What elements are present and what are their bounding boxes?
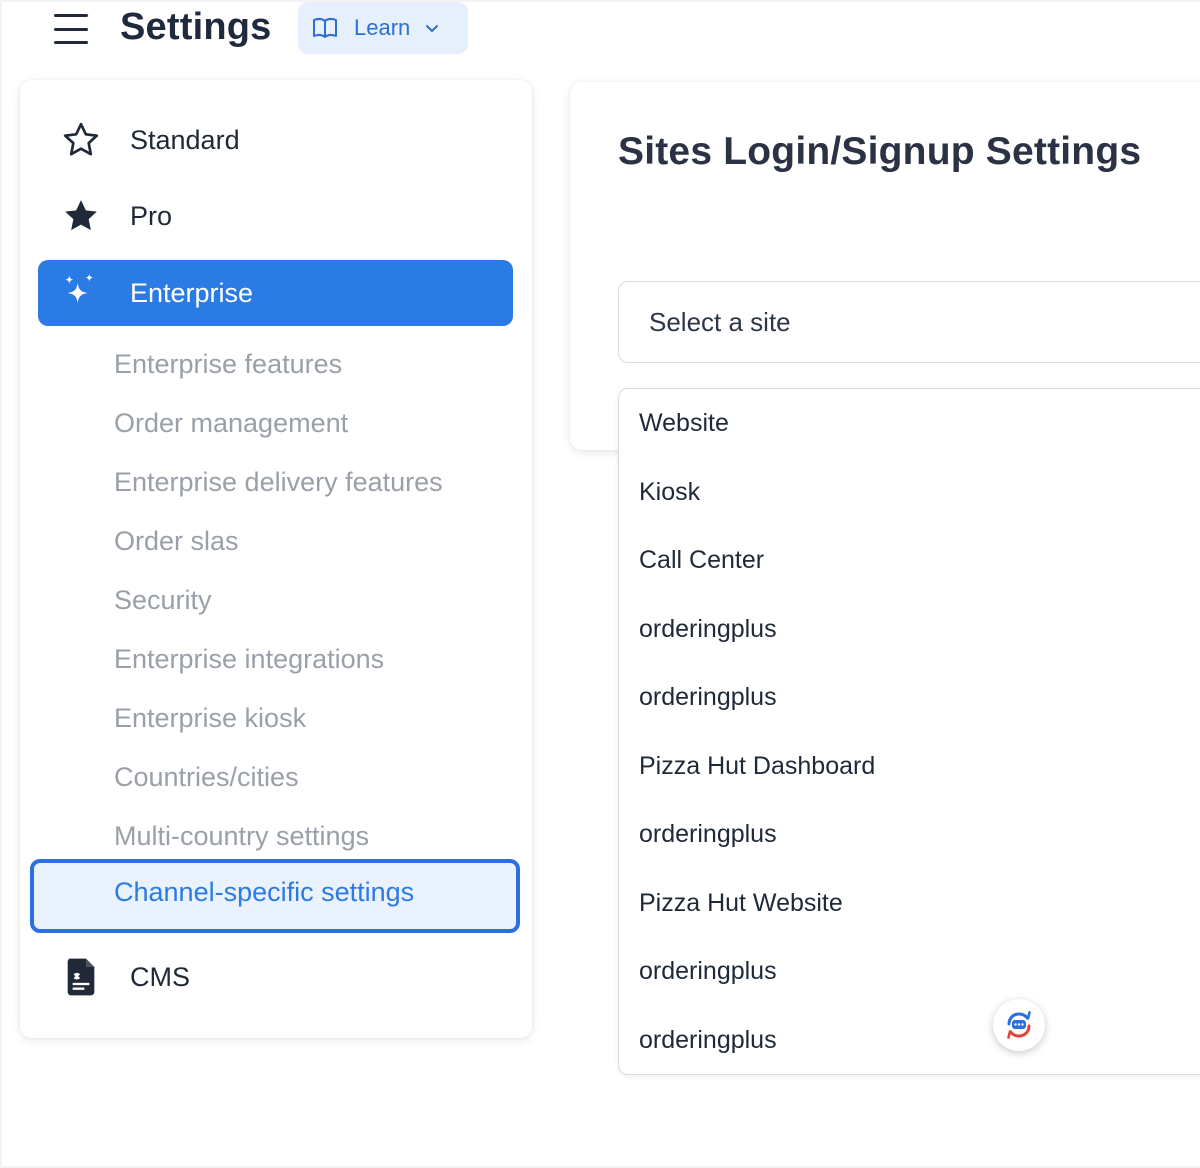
sidebar-subitem-enterprise-delivery-features[interactable]: Enterprise delivery features bbox=[114, 460, 443, 504]
site-option[interactable]: orderingplus bbox=[639, 677, 1199, 717]
learn-button[interactable]: Learn bbox=[298, 2, 468, 54]
site-option[interactable]: Kiosk bbox=[639, 472, 1199, 512]
sidebar-item-label: Standard bbox=[130, 124, 240, 155]
chevron-down-icon bbox=[424, 20, 440, 36]
site-option[interactable]: Pizza Hut Website bbox=[639, 883, 1199, 923]
sidebar-item-label: Pro bbox=[130, 200, 173, 231]
sidebar-item-enterprise[interactable]: Enterprise bbox=[38, 260, 513, 326]
sidebar-item-label: Enterprise bbox=[130, 277, 254, 308]
site-option[interactable]: orderingplus bbox=[639, 609, 1199, 649]
site-option[interactable]: orderingplus bbox=[639, 814, 1199, 854]
sidebar-subitem-enterprise-features[interactable]: Enterprise features bbox=[114, 342, 342, 386]
site-options-dropdown: Website Kiosk Call Center orderingplus o… bbox=[618, 388, 1200, 1075]
site-option[interactable]: orderingplus bbox=[639, 951, 1199, 991]
section-title: Sites Login/Signup Settings bbox=[618, 130, 1142, 173]
document-icon bbox=[60, 956, 102, 998]
sidebar-subitem-channel-specific-settings[interactable]: Channel-specific settings bbox=[30, 859, 520, 933]
sidebar-subitem-order-management[interactable]: Order management bbox=[114, 401, 348, 445]
chat-sync-icon[interactable] bbox=[993, 999, 1045, 1051]
site-select[interactable]: Select a site bbox=[618, 281, 1200, 363]
site-select-placeholder: Select a site bbox=[649, 306, 791, 337]
sidebar-subitem-multi-country-settings[interactable]: Multi-country settings bbox=[114, 814, 369, 858]
sidebar-subitem-order-slas[interactable]: Order slas bbox=[114, 519, 239, 563]
book-open-icon bbox=[312, 17, 338, 39]
sparkles-icon bbox=[60, 272, 102, 314]
sidebar-item-label: CMS bbox=[130, 961, 190, 992]
hamburger-menu-icon[interactable] bbox=[54, 14, 88, 44]
learn-label: Learn bbox=[354, 15, 411, 40]
settings-sidebar: Standard Pro Enterprise Enterprise featu… bbox=[20, 80, 532, 1038]
star-filled-icon bbox=[60, 195, 102, 237]
sidebar-item-pro[interactable]: Pro bbox=[38, 183, 513, 249]
page-title: Settings bbox=[120, 6, 272, 48]
site-option[interactable]: Website bbox=[639, 403, 1199, 443]
sidebar-subitem-label: Channel-specific settings bbox=[114, 877, 415, 907]
site-option[interactable]: orderingplus bbox=[639, 1020, 1199, 1060]
sidebar-subitem-enterprise-kiosk[interactable]: Enterprise kiosk bbox=[114, 696, 306, 740]
sidebar-subitem-security[interactable]: Security bbox=[114, 578, 212, 622]
site-option[interactable]: Pizza Hut Dashboard bbox=[639, 746, 1199, 786]
star-outline-icon bbox=[60, 119, 102, 161]
sidebar-item-cms[interactable]: CMS bbox=[38, 944, 513, 1010]
sidebar-item-standard[interactable]: Standard bbox=[38, 107, 513, 173]
site-option[interactable]: Call Center bbox=[639, 540, 1199, 580]
sidebar-subitem-enterprise-integrations[interactable]: Enterprise integrations bbox=[114, 637, 384, 681]
sidebar-subitem-countries-cities[interactable]: Countries/cities bbox=[114, 755, 299, 799]
